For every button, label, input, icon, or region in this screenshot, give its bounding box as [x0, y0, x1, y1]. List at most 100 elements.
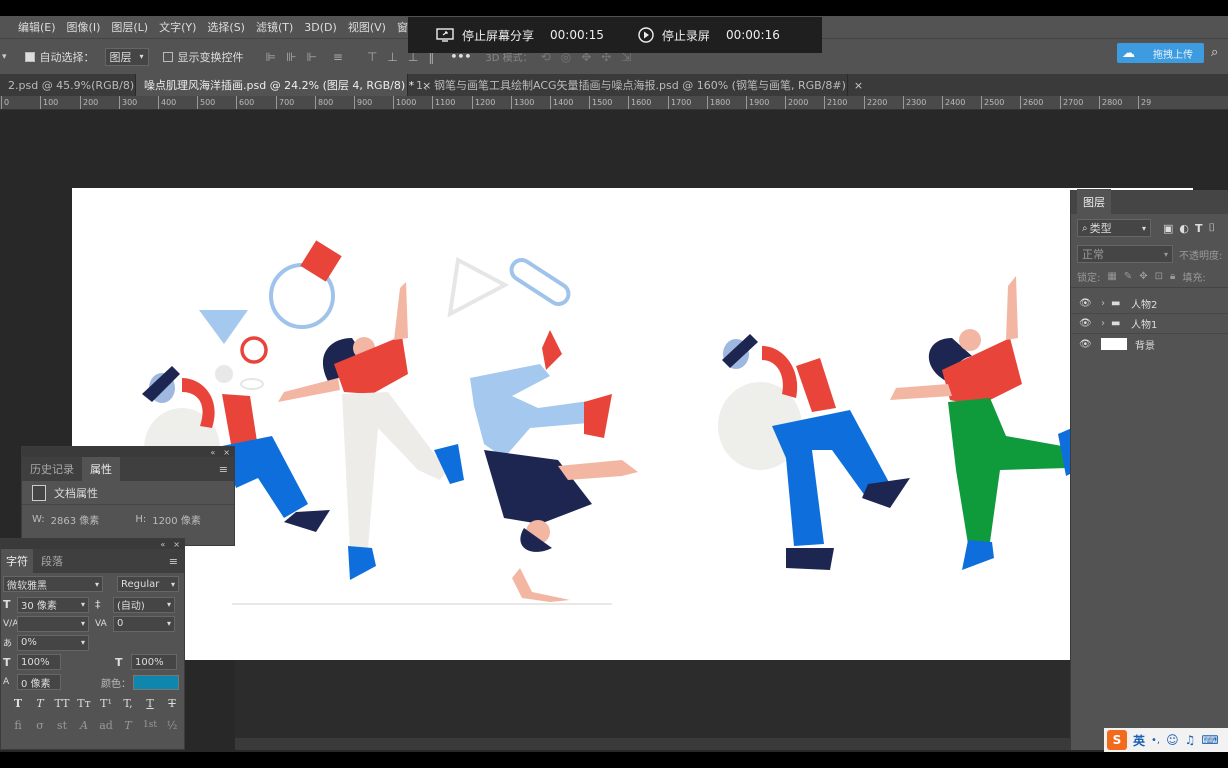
filter-shape-icon[interactable]: ⌷	[1209, 221, 1216, 235]
subscript-button[interactable]: T,	[117, 697, 139, 710]
baseline-input[interactable]: 0 像素	[17, 674, 61, 690]
close-icon[interactable]: ×	[854, 79, 863, 92]
lock-brush-icon[interactable]: ✎	[1124, 271, 1132, 282]
menu-view[interactable]: 视图(V)	[348, 19, 386, 35]
discretionary-ligature-button[interactable]: st	[51, 719, 73, 732]
menu-filter[interactable]: 滤镜(T)	[256, 19, 293, 35]
blend-mode-dropdown[interactable]: 正常 ▾	[1077, 245, 1173, 263]
collapse-icon[interactable]: «	[210, 448, 215, 457]
old-style-button[interactable]: σ	[29, 719, 51, 732]
layer-row-group-1[interactable]: 👁︎ › ▬ 人物1	[1071, 314, 1228, 334]
lock-artboard-icon[interactable]: ⊡	[1155, 271, 1163, 282]
align-hcenter-icon[interactable]: ⊪	[286, 50, 296, 64]
tab-doc-3[interactable]: 1、钢笔与画笔工具绘制ACG矢量插画与噪点海报.psd @ 160% (钢笔与画…	[408, 74, 863, 96]
leading-icon: ‡	[95, 598, 101, 611]
underline-button[interactable]: T	[139, 697, 161, 710]
filter-type-icon[interactable]: T	[1195, 222, 1203, 235]
swash-button[interactable]: A	[73, 719, 95, 732]
faux-italic-button[interactable]: T	[29, 697, 51, 710]
chevron-right-icon[interactable]: ›	[1101, 298, 1111, 309]
eye-icon[interactable]: 👁︎	[1079, 298, 1101, 309]
ruler-tick: 1500	[589, 96, 612, 109]
keyboard-icon[interactable]: ⌨	[1201, 733, 1218, 747]
close-icon[interactable]: ×	[173, 540, 180, 549]
ime-punctuation[interactable]: •,	[1151, 735, 1160, 746]
tracking-input[interactable]: 0 ▾	[113, 615, 175, 632]
stop-share-button[interactable]: 停止屏幕分享	[436, 27, 534, 44]
stop-record-button[interactable]: 停止录屏	[638, 27, 710, 44]
emoji-icon[interactable]: ☺	[1166, 733, 1179, 747]
color-swatch[interactable]	[133, 674, 179, 690]
font-size-input[interactable]: 30 像素 ▾	[17, 596, 89, 613]
auto-select-checkbox[interactable]	[24, 51, 35, 62]
ruler-tick: 500	[197, 96, 215, 109]
align-left-icon[interactable]: ⊫	[266, 50, 276, 64]
font-family-value: 微软雅黑	[7, 580, 47, 592]
search-icon[interactable]: ⌕	[1211, 45, 1218, 60]
filter-adjustment-icon[interactable]: ◐	[1179, 222, 1189, 235]
layer-filter-dropdown[interactable]: ⌕ 类型 ▾	[1077, 219, 1151, 237]
align-vcenter-icon[interactable]: ⊥	[387, 50, 397, 64]
titling-button[interactable]: T	[117, 719, 139, 732]
lock-position-icon[interactable]: ✥	[1139, 271, 1147, 282]
eye-icon[interactable]: 👁︎	[1079, 318, 1101, 329]
layer-row-group-2[interactable]: 👁︎ › ▬ 人物2	[1071, 294, 1228, 314]
ruler-tick: 700	[276, 96, 294, 109]
menu-type[interactable]: 文字(Y)	[159, 19, 196, 35]
document-canvas[interactable]	[72, 188, 1193, 660]
font-style-dropdown[interactable]: Regular ▾	[117, 576, 179, 592]
tab-doc-1[interactable]: 2.psd @ 45.9%(RGB/8) * ×	[0, 74, 160, 96]
tab-character[interactable]: 字符	[1, 549, 33, 573]
chevron-right-icon[interactable]: ›	[1101, 318, 1111, 329]
tab-history[interactable]: 历史记录	[22, 457, 82, 481]
ruler-tick: 1300	[511, 96, 534, 109]
tab-properties[interactable]: 属性	[82, 457, 120, 481]
tab-layers[interactable]: 图层	[1077, 189, 1111, 215]
align-right-icon[interactable]: ⊩	[306, 50, 316, 64]
chevron-down-icon: ▾	[139, 52, 144, 61]
sogou-logo-icon[interactable]: S	[1107, 730, 1127, 750]
horizontal-scrollbar[interactable]	[235, 738, 1070, 750]
distribute-icon[interactable]: ≡	[333, 50, 343, 64]
vertical-scale-input[interactable]: 100%	[17, 654, 61, 670]
horizontal-scale-input[interactable]: 100%	[131, 654, 177, 670]
chevron-down-icon[interactable]: ▾	[2, 52, 7, 62]
ligature-button[interactable]: fi	[7, 719, 29, 732]
strikethrough-button[interactable]: T	[161, 697, 183, 710]
ordinals-button[interactable]: 1st	[139, 720, 161, 730]
font-family-dropdown[interactable]: 微软雅黑 ▾	[3, 576, 103, 592]
menu-image[interactable]: 图像(I)	[67, 19, 101, 35]
kerning-input[interactable]: ▾	[17, 615, 89, 632]
stylistic-alternates-button[interactable]: ad	[95, 719, 117, 732]
show-transform-checkbox[interactable]	[162, 51, 173, 62]
collapse-icon[interactable]: «	[160, 540, 165, 549]
faux-bold-button[interactable]: T	[7, 697, 29, 710]
eye-icon[interactable]: 👁︎	[1079, 339, 1101, 350]
screen-share-icon	[436, 28, 454, 42]
ime-language[interactable]: 英	[1133, 732, 1145, 749]
filter-image-icon[interactable]: ▣	[1163, 222, 1173, 235]
tsume-input[interactable]: 0% ▾	[17, 634, 89, 651]
menu-layer[interactable]: 图层(L)	[111, 19, 148, 35]
microphone-icon[interactable]: ♫	[1185, 733, 1196, 747]
align-top-icon[interactable]: ⊤	[367, 50, 377, 64]
menu-edit[interactable]: 编辑(E)	[18, 19, 56, 35]
layer-row-background[interactable]: 👁︎ 背景	[1071, 334, 1228, 354]
panel-menu-icon[interactable]: ≡	[219, 463, 228, 476]
fractions-button[interactable]: ½	[161, 719, 183, 732]
lock-all-icon[interactable]: 🔒︎	[1170, 271, 1175, 282]
menu-3d[interactable]: 3D(D)	[304, 21, 337, 34]
tab-doc-2[interactable]: 噪点肌理风海洋插画.psd @ 24.2% (图层 4, RGB/8) * ×	[136, 74, 431, 96]
panel-menu-icon[interactable]: ≡	[169, 555, 178, 568]
upload-button[interactable]: ☁ 拖拽上传	[1117, 43, 1204, 63]
menu-select[interactable]: 选择(S)	[207, 19, 245, 35]
superscript-button[interactable]: T¹	[95, 697, 117, 710]
close-icon[interactable]: ×	[223, 448, 230, 457]
tab-paragraph[interactable]: 段落	[33, 549, 71, 573]
auto-select-dropdown[interactable]: 图层 ▾	[104, 47, 149, 66]
height-label: H:	[135, 513, 147, 525]
lock-transparent-icon[interactable]: ▦	[1107, 271, 1116, 282]
all-caps-button[interactable]: TT	[51, 697, 73, 710]
leading-input[interactable]: (自动) ▾	[113, 596, 175, 613]
small-caps-button[interactable]: Tт	[73, 697, 95, 710]
